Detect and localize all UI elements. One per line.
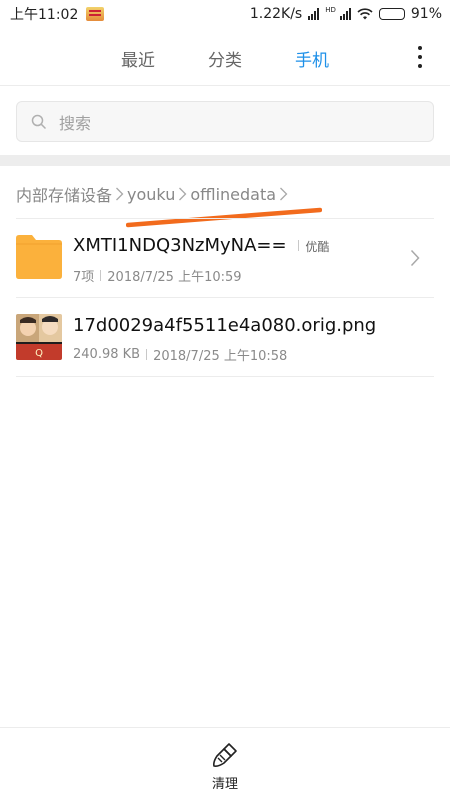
image-file-meta: 240.98 KB 2018/7/25 上午10:58: [73, 345, 287, 364]
breadcrumb: 内部存储设备 youku offlinedata: [16, 182, 291, 206]
status-right-group: 1.22K/s HD 91%: [250, 6, 442, 22]
wifi-icon: [357, 8, 373, 20]
folder-item-count: 7项: [73, 270, 95, 285]
notification-icon: [86, 7, 105, 21]
meta-divider: [100, 270, 102, 281]
status-bar: 上午11:02 1.22K/s HD 91%: [0, 0, 450, 28]
signal-icon-2: [339, 8, 351, 20]
breadcrumb-offlinedata[interactable]: offlinedata: [190, 185, 276, 204]
status-time: 上午11:02: [10, 7, 79, 23]
image-modified-date: 2018/7/25 上午10:58: [153, 349, 288, 364]
breadcrumb-internal-storage[interactable]: 内部存储设备: [16, 182, 112, 206]
folder-name: XMTI1NDQ3NzMyNA== 优酷: [73, 235, 329, 256]
search-placeholder: 搜索: [59, 113, 92, 133]
image-thumbnail-art: Q: [16, 314, 62, 360]
meta-divider: [146, 349, 148, 360]
list-item-image[interactable]: Q 17d0029a4f5511e4a080.orig.png 240.98 K…: [0, 298, 450, 376]
chevron-right-icon[interactable]: [410, 249, 420, 267]
folder-meta: 7项 2018/7/25 上午10:59: [73, 266, 242, 285]
chevron-right-icon: [116, 187, 124, 201]
battery-percent: 91%: [410, 6, 442, 22]
clean-button[interactable]: 清理: [200, 742, 250, 792]
svg-text:Q: Q: [35, 348, 43, 359]
image-file-size: 240.98 KB: [73, 347, 141, 362]
breadcrumb-youku[interactable]: youku: [127, 185, 175, 204]
hd-badge: HD: [325, 5, 336, 14]
chevron-right-icon: [179, 187, 187, 201]
name-tag-divider: [298, 240, 300, 251]
folder-modified-date: 2018/7/25 上午10:59: [107, 270, 242, 285]
tab-category[interactable]: 分类: [208, 46, 242, 71]
image-thumbnail: Q: [16, 314, 62, 360]
chevron-right-icon: [280, 187, 288, 201]
search-icon: [31, 114, 47, 129]
battery-icon: [378, 8, 405, 20]
broom-icon: [213, 743, 237, 767]
more-options-icon[interactable]: [416, 46, 424, 68]
image-file-name: 17d0029a4f5511e4a080.orig.png: [73, 315, 377, 336]
search-input[interactable]: 搜索: [16, 101, 434, 142]
list-divider: [16, 376, 434, 377]
top-tab-bar: 最近 分类 手机: [0, 28, 450, 86]
folder-icon: [16, 235, 62, 279]
bottom-action-bar: 清理: [0, 727, 450, 800]
folder-name-text: XMTI1NDQ3NzMyNA==: [73, 235, 287, 256]
tab-recent[interactable]: 最近: [121, 46, 155, 71]
network-speed: 1.22K/s: [249, 6, 303, 22]
signal-icon: [308, 8, 320, 20]
folder-tag: 优酷: [305, 240, 330, 254]
section-divider: [0, 155, 450, 166]
clean-label: 清理: [211, 777, 238, 792]
tab-phone[interactable]: 手机: [295, 46, 329, 71]
list-item-folder[interactable]: XMTI1NDQ3NzMyNA== 优酷 7项 2018/7/25 上午10:5…: [0, 219, 450, 297]
